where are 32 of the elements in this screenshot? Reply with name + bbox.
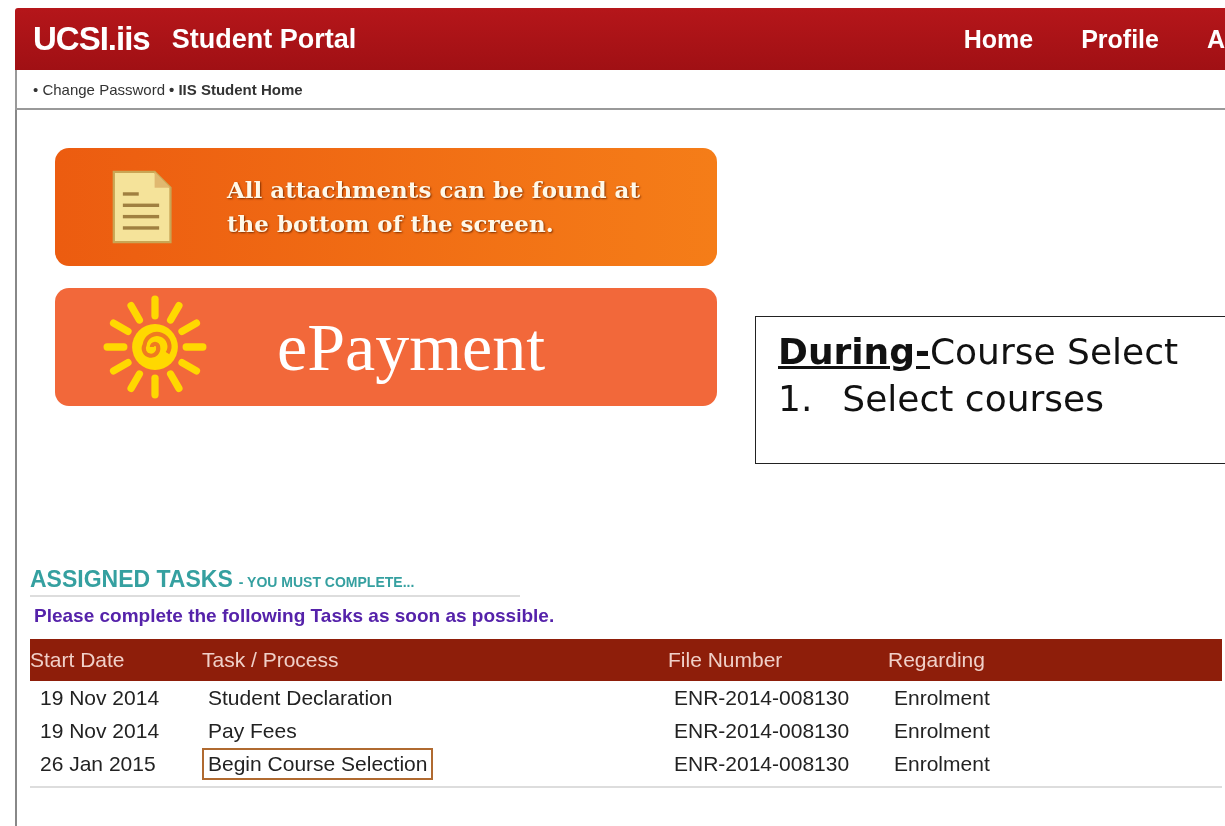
sun-icon: [103, 295, 207, 399]
task-link[interactable]: Student Declaration: [202, 681, 399, 714]
breadcrumb-link[interactable]: • IIS Student Home: [169, 80, 303, 98]
nav-link[interactable]: Home: [963, 24, 1034, 54]
table-cell-text: Enrolment: [893, 750, 991, 777]
table-cell-text: ENR-2014-008130: [673, 750, 851, 777]
list-number: 1.: [778, 378, 813, 419]
task-note: Please complete the following Tasks as soon as possible.: [34, 605, 556, 627]
nav-link[interactable]: Profile: [1081, 24, 1159, 54]
nav-link[interactable]: A: [1206, 24, 1225, 54]
callout-heading: During-Course Select: [778, 331, 1180, 372]
portal-title: Student Portal: [171, 23, 357, 55]
column-header: Task / Process: [202, 639, 668, 681]
column-header: File Number: [668, 639, 888, 681]
table-cell-text: ENR-2014-008130: [673, 717, 851, 744]
table-cell-text: 26 Jan 2015: [39, 750, 157, 777]
task-link[interactable]: Begin Course Selection: [202, 747, 434, 780]
banner-text: ePayment: [277, 307, 546, 387]
column-header: Start Date: [30, 639, 202, 681]
portal-logo: UCSI.iis: [33, 20, 150, 58]
table-cell-text: Enrolment: [893, 717, 991, 744]
table-cell-text: 19 Nov 2014: [39, 684, 161, 711]
table-cell-text: 19 Nov 2014: [39, 717, 161, 744]
table-cell-text: Enrolment: [893, 684, 991, 711]
section-heading: ASSIGNED TASKS: [30, 566, 233, 592]
breadcrumb-link[interactable]: • Change Password: [33, 80, 165, 98]
column-header: Regarding: [888, 639, 1222, 681]
task-link[interactable]: Pay Fees: [202, 714, 303, 747]
callout-item: Select courses: [842, 378, 1104, 419]
table-cell-text: ENR-2014-008130: [673, 684, 851, 711]
section-subheading: - YOU MUST COMPLETE...: [238, 574, 415, 590]
banner-text: All attachments can be found at the bottom of the screen.: [227, 175, 642, 239]
